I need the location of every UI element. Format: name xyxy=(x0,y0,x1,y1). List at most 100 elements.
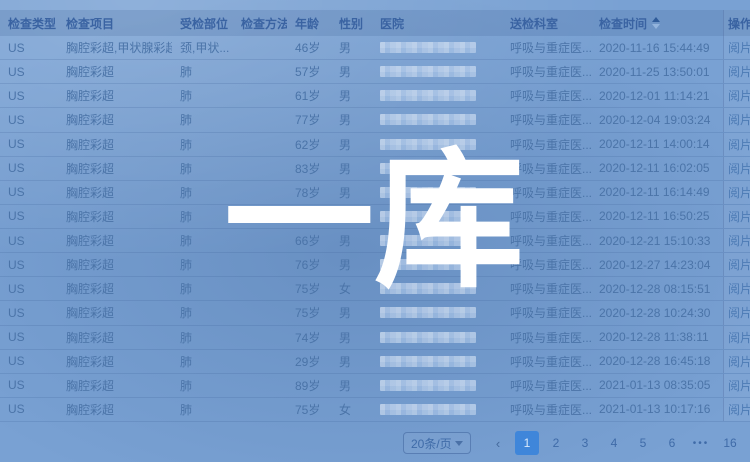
sort-icon[interactable] xyxy=(652,17,660,29)
view-film-link[interactable]: 阅片 xyxy=(728,377,750,394)
cell-actions: 阅片 xyxy=(723,181,750,204)
cell-exam-type: US xyxy=(0,374,58,397)
cell-exam-method xyxy=(233,229,287,252)
cell-gender: 男 xyxy=(331,36,372,59)
table-row[interactable]: US 胸腔彩超 肺 77岁 男 呼吸与重症医... 2020-12-04 19:… xyxy=(0,108,750,132)
cell-body-part: 肺 xyxy=(172,205,233,228)
table-row[interactable]: US 胸腔彩超 肺 76岁 女 呼吸与重症医... 2020-12-11 16:… xyxy=(0,205,750,229)
table-row[interactable]: US 胸腔彩超 肺 62岁 男 呼吸与重症医... 2020-12-11 14:… xyxy=(0,133,750,157)
cell-gender: 男 xyxy=(331,133,372,156)
cell-exam-method xyxy=(233,84,287,107)
cell-exam-item: 胸腔彩超 xyxy=(58,157,172,180)
cell-exam-time: 2020-12-04 19:03:24 xyxy=(591,108,723,131)
table-row[interactable]: US 胸腔彩超 肺 61岁 男 呼吸与重症医... 2020-12-01 11:… xyxy=(0,84,750,108)
table-row[interactable]: US 胸腔彩超 肺 66岁 男 呼吸与重症医... 2020-12-21 15:… xyxy=(0,229,750,253)
cell-exam-method xyxy=(233,205,287,228)
cell-exam-time: 2020-12-11 14:00:14 xyxy=(591,133,723,156)
cell-exam-item: 胸腔彩超 xyxy=(58,84,172,107)
page-number-button[interactable]: 1 xyxy=(515,431,539,455)
cell-exam-item: 胸腔彩超 xyxy=(58,374,172,397)
view-film-link[interactable]: 阅片 xyxy=(728,160,750,177)
hospital-redacted-block xyxy=(380,307,476,318)
hospital-redacted-block xyxy=(380,42,476,53)
cell-exam-item: 胸腔彩超 xyxy=(58,133,172,156)
cell-exam-method xyxy=(233,133,287,156)
column-header-8[interactable]: 检查时间 xyxy=(591,10,723,36)
cell-exam-type: US xyxy=(0,229,58,252)
table-header: 检查类型 检查项目 受检部位 检查方法 年龄 性别 医院 送检科室 检查时间 操… xyxy=(0,10,750,36)
table-row[interactable]: US 胸腔彩超,甲状腺彩超 颈,甲状... 46岁 男 呼吸与重症医... 20… xyxy=(0,36,750,60)
cell-gender: 男 xyxy=(331,157,372,180)
table-row[interactable]: US 胸腔彩超 肺 74岁 男 呼吸与重症医... 2020-12-28 11:… xyxy=(0,326,750,350)
cell-exam-type: US xyxy=(0,301,58,324)
table-row[interactable]: US 胸腔彩超 肺 75岁 男 呼吸与重症医... 2020-12-28 10:… xyxy=(0,301,750,325)
cell-gender: 女 xyxy=(331,205,372,228)
cell-actions: 阅片 xyxy=(723,253,750,276)
cell-department: 呼吸与重症医... xyxy=(502,84,591,107)
view-film-link[interactable]: 阅片 xyxy=(728,353,750,370)
cell-exam-method xyxy=(233,374,287,397)
view-film-link[interactable]: 阅片 xyxy=(728,329,750,346)
page-number-button[interactable]: 3 xyxy=(573,431,597,455)
view-film-link[interactable]: 阅片 xyxy=(728,232,750,249)
cell-body-part: 颈,甲状... xyxy=(172,36,233,59)
cell-actions: 阅片 xyxy=(723,229,750,252)
view-film-link[interactable]: 阅片 xyxy=(728,63,750,80)
exam-list-screen: 检查类型 检查项目 受检部位 检查方法 年龄 性别 医院 送检科室 检查时间 操… xyxy=(0,0,750,462)
table-row[interactable]: US 胸腔彩超 肺 75岁 女 呼吸与重症医... 2021-01-13 10:… xyxy=(0,398,750,422)
cell-exam-time: 2020-12-11 16:14:49 xyxy=(591,181,723,204)
page-number-button[interactable]: 5 xyxy=(631,431,655,455)
hospital-redacted-block xyxy=(380,187,476,198)
page-number-button[interactable]: 16 xyxy=(718,431,742,455)
sort-desc-caret-icon xyxy=(652,24,660,29)
cell-exam-time: 2020-12-11 16:50:25 xyxy=(591,205,723,228)
table-row[interactable]: US 胸腔彩超 肺 76岁 男 呼吸与重症医... 2020-12-27 14:… xyxy=(0,253,750,277)
cell-exam-method xyxy=(233,350,287,373)
column-label: 送检科室 xyxy=(510,15,558,32)
cell-gender: 男 xyxy=(331,229,372,252)
table-row[interactable]: US 胸腔彩超 肺 57岁 男 呼吸与重症医... 2020-11-25 13:… xyxy=(0,60,750,84)
cell-exam-type: US xyxy=(0,157,58,180)
page-number-button[interactable]: 6 xyxy=(660,431,684,455)
view-film-link[interactable]: 阅片 xyxy=(728,280,750,297)
table-row[interactable]: US 胸腔彩超 肺 89岁 男 呼吸与重症医... 2021-01-13 08:… xyxy=(0,374,750,398)
view-film-link[interactable]: 阅片 xyxy=(728,304,750,321)
cell-exam-time: 2020-12-11 16:02:05 xyxy=(591,157,723,180)
view-film-link[interactable]: 阅片 xyxy=(728,401,750,418)
cell-actions: 阅片 xyxy=(723,84,750,107)
column-header-5: 性别 xyxy=(331,10,372,36)
view-film-link[interactable]: 阅片 xyxy=(728,184,750,201)
table-row[interactable]: US 胸腔彩超 肺 78岁 男 呼吸与重症医... 2020-12-11 16:… xyxy=(0,181,750,205)
table-row[interactable]: US 胸腔彩超 肺 29岁 男 呼吸与重症医... 2020-12-28 16:… xyxy=(0,350,750,374)
view-film-link[interactable]: 阅片 xyxy=(728,111,750,128)
view-film-link[interactable]: 阅片 xyxy=(728,208,750,225)
cell-hospital xyxy=(372,253,502,276)
cell-gender: 男 xyxy=(331,60,372,83)
column-header-0: 检查类型 xyxy=(0,10,58,36)
cell-exam-type: US xyxy=(0,36,58,59)
view-film-link[interactable]: 阅片 xyxy=(728,39,750,56)
prev-page-button[interactable]: ‹ xyxy=(486,431,510,455)
cell-body-part: 肺 xyxy=(172,350,233,373)
column-header-2: 受检部位 xyxy=(172,10,233,36)
hospital-redacted-block xyxy=(380,235,476,246)
cell-age: 76岁 xyxy=(287,205,331,228)
cell-exam-item: 胸腔彩超 xyxy=(58,253,172,276)
page-number-button[interactable]: 4 xyxy=(602,431,626,455)
cell-hospital xyxy=(372,133,502,156)
table-row[interactable]: US 胸腔彩超 肺 75岁 女 呼吸与重症医... 2020-12-28 08:… xyxy=(0,277,750,301)
view-film-link[interactable]: 阅片 xyxy=(728,87,750,104)
more-pages-button[interactable]: ••• xyxy=(689,431,713,455)
page-number-button[interactable]: 2 xyxy=(544,431,568,455)
table-row[interactable]: US 胸腔彩超 肺 83岁 男 呼吸与重症医... 2020-12-11 16:… xyxy=(0,157,750,181)
page-size-select[interactable]: 20条/页 xyxy=(403,432,471,454)
view-film-link[interactable]: 阅片 xyxy=(728,136,750,153)
column-header-3: 检查方法 xyxy=(233,10,287,36)
cell-age: 66岁 xyxy=(287,229,331,252)
cell-exam-type: US xyxy=(0,108,58,131)
cell-hospital xyxy=(372,205,502,228)
view-film-link[interactable]: 阅片 xyxy=(728,256,750,273)
cell-exam-method xyxy=(233,277,287,300)
cell-exam-method xyxy=(233,181,287,204)
cell-department: 呼吸与重症医... xyxy=(502,301,591,324)
